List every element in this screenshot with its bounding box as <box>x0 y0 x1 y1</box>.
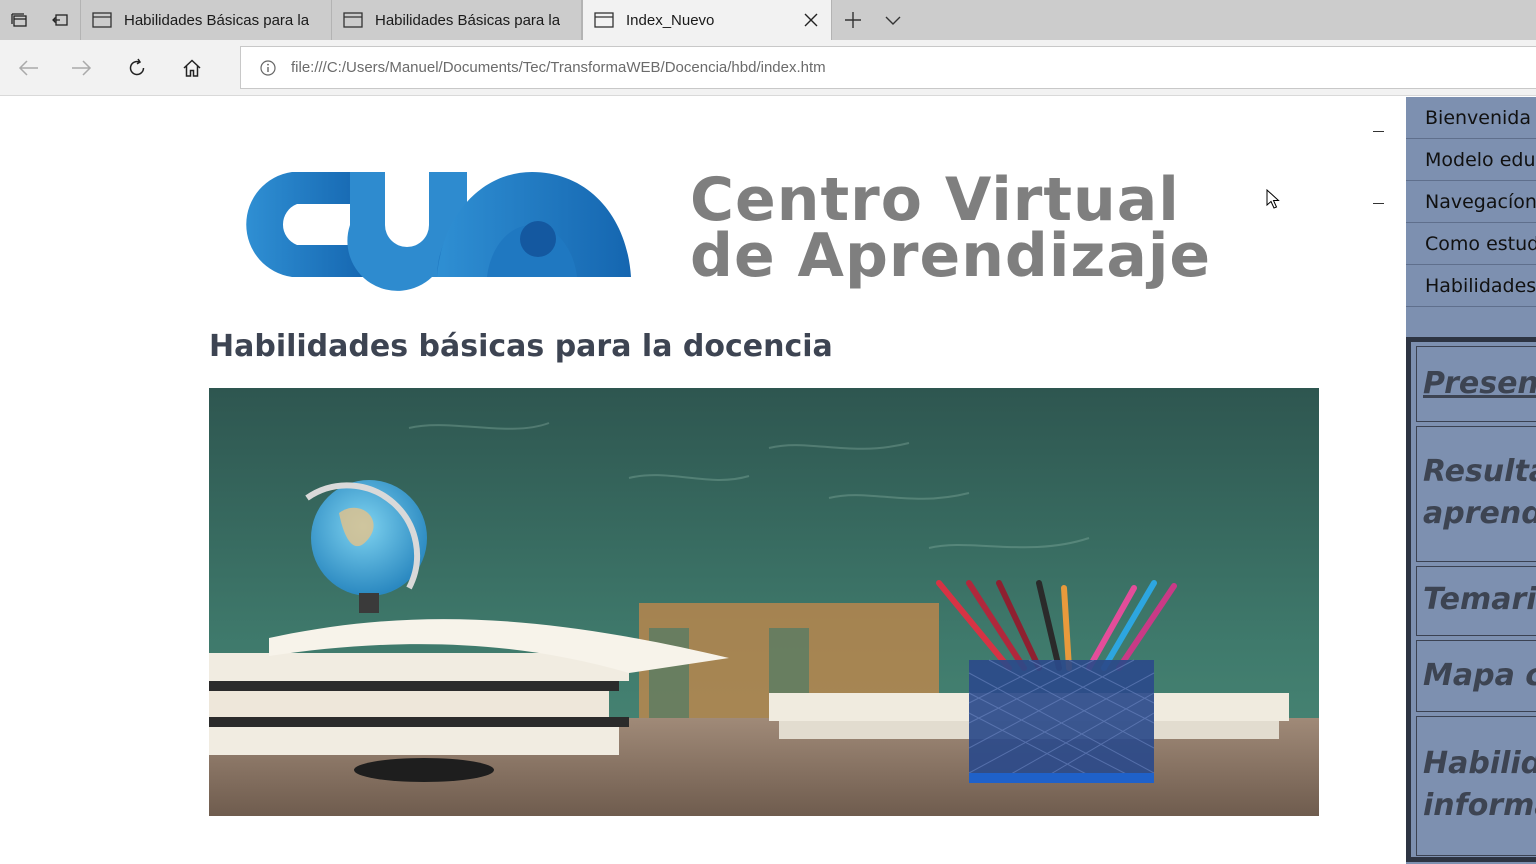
address-url[interactable]: file:///C:/Users/Manuel/Documents/Tec/Tr… <box>291 59 826 76</box>
toc-label: Resulta aprend <box>1423 454 1536 531</box>
toc-temario[interactable]: Temari <box>1416 566 1536 636</box>
tab-title: Habilidades Básicas para la <box>375 11 561 29</box>
cva-logo-mark <box>246 172 631 291</box>
tab-3-active[interactable]: Index_Nuevo <box>582 0 832 40</box>
new-tab-icon[interactable] <box>833 0 873 40</box>
menu-item-como-estudiar[interactable]: Como estud <box>1406 223 1536 265</box>
toc-label: Temari <box>1423 582 1536 617</box>
toc-presentacion[interactable]: Presen <box>1416 346 1536 422</box>
back-icon[interactable] <box>8 48 48 88</box>
tab-1[interactable]: Habilidades Básicas para la <box>80 0 332 40</box>
menu-item-navegacion[interactable]: Navegacíon <box>1406 181 1536 223</box>
hero-image <box>209 388 1319 816</box>
close-tab-icon[interactable] <box>801 10 821 30</box>
tab-2[interactable]: Habilidades Básicas para la <box>332 0 582 40</box>
refresh-icon[interactable] <box>117 48 157 88</box>
toc-label: Habilid informa <box>1423 746 1536 823</box>
page-icon <box>92 12 112 28</box>
menu-item-modelo[interactable]: Modelo edu <box>1406 139 1536 181</box>
home-icon[interactable] <box>172 48 212 88</box>
set-tabs-aside-icon[interactable] <box>40 0 80 40</box>
tab-title: Index_Nuevo <box>626 11 715 29</box>
address-bar[interactable]: file:///C:/Users/Manuel/Documents/Tec/Tr… <box>240 46 1536 89</box>
toc-resultados[interactable]: Resulta aprend <box>1416 426 1536 562</box>
navigation-bar: file:///C:/Users/Manuel/Documents/Tec/Tr… <box>0 40 1536 96</box>
page-icon <box>343 12 363 28</box>
logo-text-line2: de Aprendizaje <box>690 221 1212 291</box>
dash-mark <box>1373 203 1384 204</box>
contents-table: Presen Resulta aprend Temari Mapa c Habi… <box>1406 337 1536 862</box>
menu-item-habilidades[interactable]: Habilidades <box>1406 265 1536 307</box>
forward-icon[interactable] <box>62 48 102 88</box>
tab-strip: Habilidades Básicas para la Habilidades … <box>0 0 1536 40</box>
toc-habilidades-informacion[interactable]: Habilid informa <box>1416 716 1536 856</box>
toc-label: Presen <box>1423 366 1536 401</box>
cva-logo: Centro Virtual de Aprendizaje <box>232 165 1292 295</box>
side-menu: Bienvenida Modelo edu Navegacíon Como es… <box>1406 97 1536 864</box>
toc-label: Mapa c <box>1423 658 1536 693</box>
page-icon <box>594 12 614 28</box>
mouse-cursor-icon <box>1266 189 1280 209</box>
page-title: Habilidades básicas para la docencia <box>209 329 833 364</box>
page-content: Centro Virtual de Aprendizaje Habilidade… <box>0 97 1536 864</box>
info-icon[interactable] <box>260 59 276 76</box>
tab-manager-icon[interactable] <box>0 0 40 40</box>
menu-item-bienvenida[interactable]: Bienvenida <box>1406 97 1536 139</box>
chevron-down-icon[interactable] <box>873 0 913 40</box>
toc-mapa[interactable]: Mapa c <box>1416 640 1536 712</box>
tab-title: Habilidades Básicas para la <box>124 11 310 29</box>
dash-mark <box>1373 131 1384 132</box>
